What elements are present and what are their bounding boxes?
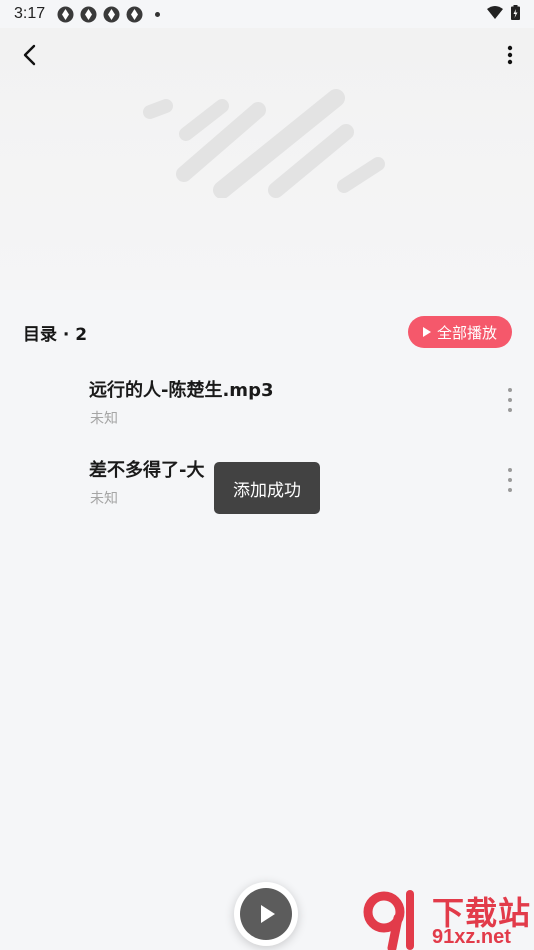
notification-app-icon <box>80 6 97 23</box>
notification-app-icon <box>57 6 74 23</box>
notification-app-icon <box>126 6 143 23</box>
play-all-label: 全部播放 <box>436 323 497 342</box>
more-vertical-icon <box>507 45 513 65</box>
track-artist: 未知 <box>90 411 118 427</box>
toast-message: 添加成功 <box>214 462 320 514</box>
more-notifications-dot <box>155 11 161 17</box>
track-title: 差不多得了-大 <box>89 460 205 481</box>
back-button[interactable] <box>14 40 44 70</box>
watermark-logo-icon <box>363 890 414 950</box>
directory-title: 目录 · 2 <box>23 325 88 345</box>
battery-icon <box>511 4 520 24</box>
back-arrow-icon <box>23 44 36 66</box>
track-more-icon[interactable] <box>504 468 516 492</box>
track-item[interactable]: 远行的人-陈楚生.mp3 未知 <box>0 376 534 448</box>
watermark: 下载站 91xz.net <box>362 888 534 950</box>
play-all-button[interactable]: 全部播放 <box>408 316 512 348</box>
track-title: 远行的人-陈楚生.mp3 <box>89 380 274 401</box>
default-cover-icon <box>143 89 385 198</box>
wifi-icon <box>487 5 503 23</box>
watermark-url: 91xz.net <box>432 926 511 948</box>
notification-icons <box>57 6 161 23</box>
status-bar: 3:17 <box>0 0 534 28</box>
notification-app-icon <box>103 6 120 23</box>
track-list-panel: 目录 · 2 全部播放 远行的人-陈楚生.mp3 未知 差不多得了-大 未知 <box>0 290 534 950</box>
play-icon <box>422 327 431 337</box>
status-time: 3:17 <box>14 5 46 22</box>
album-header <box>0 28 534 290</box>
mini-player-play-button[interactable] <box>234 882 298 946</box>
play-icon <box>261 905 275 923</box>
track-more-icon[interactable] <box>504 388 516 412</box>
track-artist: 未知 <box>90 491 118 507</box>
more-options-button[interactable] <box>500 40 520 70</box>
